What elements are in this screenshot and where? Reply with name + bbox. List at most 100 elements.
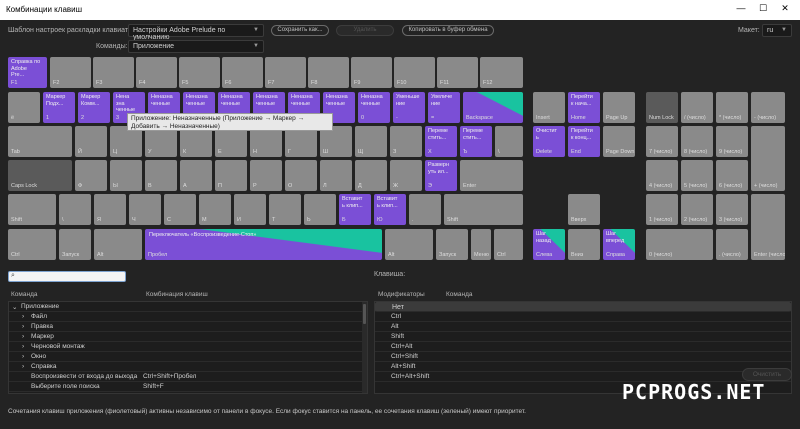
chevron-down-icon[interactable]: ⌄	[12, 303, 17, 311]
key-m[interactable]: Ь	[304, 194, 336, 225]
delete-preset-button[interactable]: Удалить	[336, 25, 394, 36]
key-j[interactable]: О	[285, 160, 317, 191]
key-numdiv[interactable]: / (число)	[681, 92, 713, 123]
key-d[interactable]: В	[145, 160, 177, 191]
key-n[interactable]: Т	[269, 194, 301, 225]
key-numdot[interactable]: . (число)	[716, 229, 748, 260]
key-n2[interactable]: Маркер Комм... 2	[78, 92, 110, 123]
key-numenter[interactable]: Enter (число)	[751, 194, 785, 260]
table-row[interactable]: Воспроизвести от входа до выхода Ctrl+Shi…	[9, 372, 367, 382]
key-pgdn[interactable]: Page Down	[603, 126, 635, 157]
preset-dropdown[interactable]: Настройки Adobe Prelude по умолчанию ▼	[128, 24, 264, 41]
key-num5[interactable]: 5 (число)	[681, 160, 713, 191]
key-lshift[interactable]: Shift	[8, 194, 56, 225]
key-f2[interactable]: F2	[50, 57, 91, 88]
key-rctrl[interactable]: Ctrl	[494, 229, 523, 260]
key-enter[interactable]: Enter	[460, 160, 523, 191]
table-row[interactable]: Выберите поле поиска Shift+F	[9, 382, 367, 392]
chevron-right-icon[interactable]: ›	[22, 353, 24, 360]
key-num6[interactable]: 6 (число)	[716, 160, 748, 191]
key-f8[interactable]: F8	[308, 57, 349, 88]
key-comma[interactable]: Вставит ь клип... Б	[339, 194, 371, 225]
key-right[interactable]: Шаг вперед Справа	[603, 229, 635, 260]
key-nplus[interactable]: Увеличе ние =	[428, 92, 460, 123]
key-numlock[interactable]: Num Lock	[646, 92, 678, 123]
key-z[interactable]: Я	[94, 194, 126, 225]
modifier-row[interactable]: Ctrl	[375, 312, 791, 322]
key-n0[interactable]: Неназна ченные 0	[358, 92, 390, 123]
commands-scrollbar[interactable]	[362, 302, 367, 393]
modifier-row[interactable]: Alt	[375, 322, 791, 332]
key-pgup[interactable]: Page Up	[603, 92, 635, 123]
key-menu[interactable]: Меню	[471, 229, 491, 260]
table-row[interactable]: › Черновой монтаж	[9, 342, 367, 352]
modifier-row[interactable]: Alt+Shift	[375, 362, 791, 372]
table-row[interactable]: › Справка	[9, 362, 367, 372]
table-row[interactable]: › Окно	[9, 352, 367, 362]
chevron-right-icon[interactable]: ›	[22, 313, 24, 320]
chevron-right-icon[interactable]: ›	[22, 363, 24, 370]
key-num3[interactable]: 3 (число)	[716, 194, 748, 225]
key-b[interactable]: И	[234, 194, 266, 225]
key-nminus[interactable]: Уменьше ние -	[393, 92, 425, 123]
key-num4[interactable]: 4 (число)	[646, 160, 678, 191]
key-num9[interactable]: 9 (число)	[716, 126, 748, 157]
modifier-row[interactable]: Ctrl+Shift	[375, 352, 791, 362]
minimize-button[interactable]: —	[734, 3, 748, 13]
key-slash[interactable]: .	[409, 194, 441, 225]
search-input[interactable]: ⌕	[8, 271, 126, 282]
key-lctrl[interactable]: Ctrl	[8, 229, 56, 260]
key-home[interactable]: Перейти к нача... Home	[568, 92, 600, 123]
key-space[interactable]: Переключатель «Воспроизведение-Стоп» Про…	[145, 229, 382, 260]
key-v[interactable]: М	[199, 194, 231, 225]
col-command[interactable]: Команда	[11, 291, 37, 298]
key-rbr[interactable]: Переме стить... Ъ	[460, 126, 492, 157]
key-f11[interactable]: F11	[437, 57, 478, 88]
table-row[interactable]: Выберите поле поиска с ... Ctrl+Shift+F	[9, 392, 367, 393]
key-h[interactable]: Р	[250, 160, 282, 191]
table-row[interactable]: › Файл	[9, 312, 367, 322]
key-rshift[interactable]: Shift	[444, 194, 523, 225]
modifier-row[interactable]: Ctrl+Alt	[375, 342, 791, 352]
table-row[interactable]: ⌄ Приложение	[9, 302, 367, 312]
key-numadd[interactable]: + (число)	[751, 126, 785, 191]
key-lalt[interactable]: Alt	[94, 229, 142, 260]
key-f10[interactable]: F10	[394, 57, 435, 88]
key-f6[interactable]: F6	[222, 57, 263, 88]
table-row[interactable]: › Правка	[9, 322, 367, 332]
key-q[interactable]: Й	[75, 126, 107, 157]
key-n1[interactable]: Маркер Подх... 1	[43, 92, 75, 123]
key-num8[interactable]: 8 (число)	[681, 126, 713, 157]
key-rwin[interactable]: Запуск	[436, 229, 468, 260]
modifier-row[interactable]: Нет	[375, 302, 791, 312]
key-f1[interactable]: Справка по Adobe Pre... F1	[8, 57, 47, 88]
col-shortcut[interactable]: Комбинация клавиш	[146, 291, 208, 298]
key-semi[interactable]: Ж	[390, 160, 422, 191]
key-del[interactable]: Очистит ь Delete	[533, 126, 565, 157]
key-c[interactable]: С	[164, 194, 196, 225]
chevron-right-icon[interactable]: ›	[22, 333, 24, 340]
key-a[interactable]: Ф	[75, 160, 107, 191]
key-num0[interactable]: 0 (число)	[646, 229, 713, 260]
key-f4[interactable]: F4	[136, 57, 177, 88]
key-backspace[interactable]: Backspace	[463, 92, 523, 123]
key-end[interactable]: Перейти к конц... End	[568, 126, 600, 157]
key-g[interactable]: П	[215, 160, 247, 191]
key-n-tilde[interactable]: ё	[8, 92, 40, 123]
key-x[interactable]: Ч	[129, 194, 161, 225]
key-tab[interactable]: Tab	[8, 126, 72, 157]
key-numsub[interactable]: - (число)	[751, 92, 785, 123]
key-nummul[interactable]: * (число)	[716, 92, 748, 123]
key-num7[interactable]: 7 (число)	[646, 126, 678, 157]
key-lwin[interactable]: Запуск	[59, 229, 91, 260]
key-l[interactable]: Д	[355, 160, 387, 191]
key-f12[interactable]: F12	[480, 57, 523, 88]
key-o[interactable]: Щ	[355, 126, 387, 157]
commands-dropdown[interactable]: Приложение ▼	[128, 40, 264, 53]
key-f[interactable]: А	[180, 160, 212, 191]
key-f9[interactable]: F9	[351, 57, 392, 88]
key-f3[interactable]: F3	[93, 57, 134, 88]
modifier-row[interactable]: Shift	[375, 332, 791, 342]
key-f5[interactable]: F5	[179, 57, 220, 88]
table-row[interactable]: › Маркер	[9, 332, 367, 342]
